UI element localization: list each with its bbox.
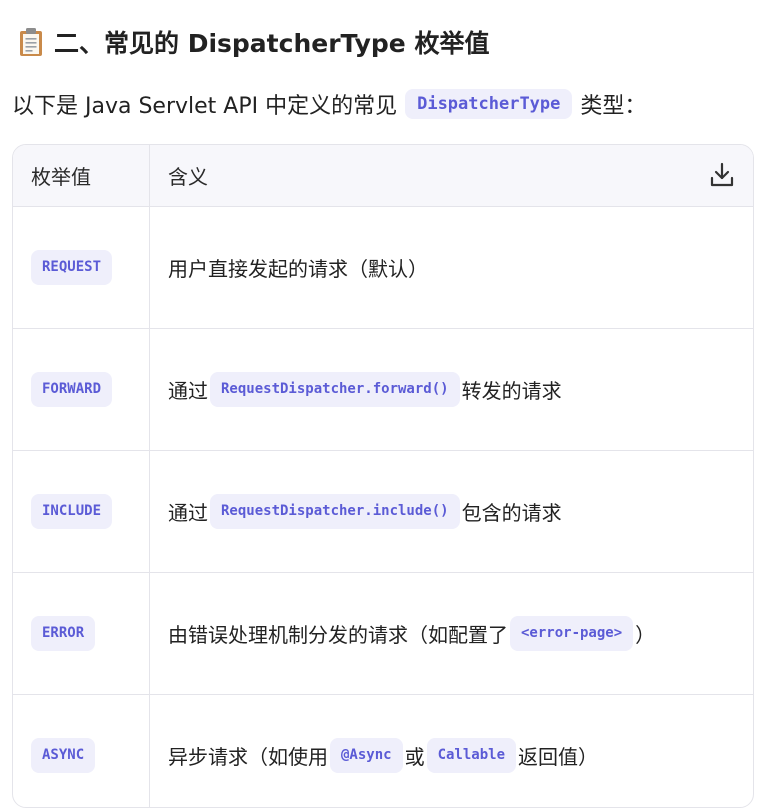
table-row: ASYNC 异步请求（如使用 @Async 或 Callable 返回值）: [13, 695, 753, 807]
header-meaning: 含义: [150, 145, 753, 206]
row-description-end: 包含的请求: [461, 501, 562, 525]
inline-code: <error-page>: [510, 616, 634, 651]
enum-value: FORWARD: [31, 372, 113, 407]
inline-code: DispatcherType: [405, 88, 573, 120]
row-description: 异步请求（如使用: [168, 745, 328, 769]
row-description: 通过: [168, 379, 208, 403]
row-description: 通过: [168, 501, 208, 525]
inline-code: Callable: [426, 738, 517, 773]
header-meaning-label: 含义: [168, 165, 208, 189]
inline-code: RequestDispatcher.include(): [210, 494, 460, 529]
row-description-mid: 或: [404, 745, 425, 769]
clipboard-icon: [18, 27, 44, 57]
intro-paragraph: 以下是 Java Servlet API 中定义的常见 DispatcherTy…: [12, 88, 646, 120]
intro-text-end: 类型：: [580, 94, 647, 119]
section-heading: 二、常见的 DispatcherType 枚举值: [18, 24, 489, 60]
intro-text: 以下是 Java Servlet API 中定义的常见: [12, 94, 398, 119]
row-description-end: ）: [635, 623, 656, 647]
table-row: FORWARD 通过 RequestDispatcher.forward() 转…: [13, 329, 753, 451]
row-description-end: 返回值）: [518, 745, 599, 769]
table-row: INCLUDE 通过 RequestDispatcher.include() 包…: [13, 451, 753, 573]
inline-code: RequestDispatcher.forward(): [210, 372, 460, 407]
row-description: 用户直接发起的请求（默认）: [168, 257, 428, 281]
header-enum-value: 枚举值: [13, 145, 150, 206]
table-row: ERROR 由错误处理机制分发的请求（如配置了 <error-page> ）: [13, 573, 753, 695]
table-header: 枚举值 含义: [13, 145, 753, 207]
row-description-end: 转发的请求: [461, 379, 562, 403]
enum-value: REQUEST: [31, 250, 113, 285]
row-description: 由错误处理机制分发的请求（如配置了: [168, 623, 508, 647]
table-row: REQUEST 用户直接发起的请求（默认）: [13, 207, 753, 329]
enum-value: INCLUDE: [31, 494, 113, 529]
enum-value: ERROR: [31, 616, 96, 651]
dispatcher-type-table: 枚举值 含义 REQUEST 用户直接发起的请求（默认） FORWARD 通过 …: [12, 144, 754, 808]
download-icon[interactable]: [709, 161, 735, 189]
enum-value: ASYNC: [31, 738, 96, 773]
inline-code: @Async: [330, 738, 403, 773]
heading-text: 二、常见的 DispatcherType 枚举值: [54, 29, 490, 58]
